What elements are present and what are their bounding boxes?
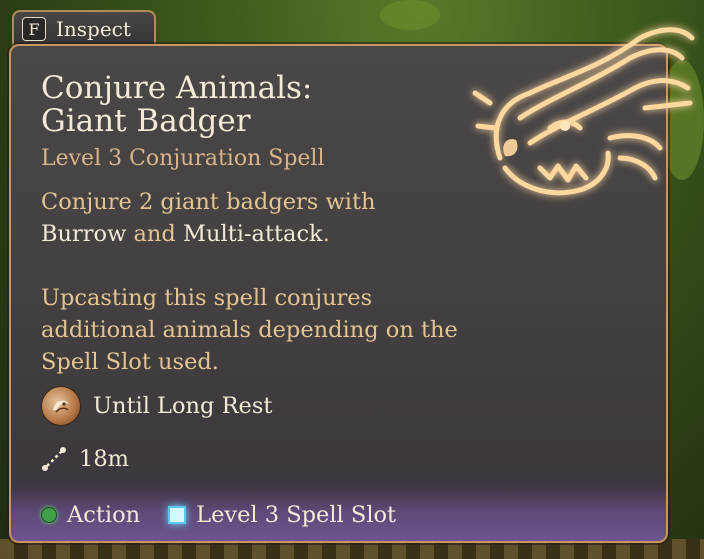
spell-title-line1: Conjure Animals: (41, 70, 313, 106)
range-text: 18m (79, 446, 129, 472)
long-rest-icon (41, 386, 81, 426)
duration-row: Until Long Rest (41, 386, 272, 426)
range-icon (42, 447, 66, 471)
inspect-label: Inspect (56, 17, 131, 41)
background-foliage (380, 0, 440, 30)
spell-title: Conjure Animals: Giant Badger (41, 72, 401, 138)
spell-slot-icon (168, 506, 187, 524)
spell-description: Conjure 2 giant badgers with Burrow and M… (41, 186, 481, 250)
spell-subtitle: Level 3 Conjuration Spell (41, 146, 325, 171)
spell-slot-cost: Level 3 Spell Slot (196, 502, 397, 528)
cost-row: Action Level 3 Spell Slot (41, 502, 396, 528)
keyword-multi-attack[interactable]: Multi-attack (183, 221, 323, 247)
description-end: . (322, 221, 330, 247)
description-connector: and (126, 221, 183, 247)
range-row: 18m (41, 446, 129, 472)
badger-head-icon (472, 27, 695, 196)
upcast-description: Upcasting this spell conjures additional… (41, 285, 458, 375)
inspect-tab[interactable]: F Inspect (12, 10, 156, 46)
inspect-key-badge: F (22, 17, 46, 41)
action-cost: Action (67, 502, 141, 528)
action-dot-icon (41, 507, 57, 523)
description-text: Conjure 2 giant badgers with (41, 189, 376, 215)
keyword-burrow[interactable]: Burrow (41, 221, 126, 247)
duration-text: Until Long Rest (93, 393, 273, 419)
spell-title-line2: Giant Badger (41, 103, 251, 139)
